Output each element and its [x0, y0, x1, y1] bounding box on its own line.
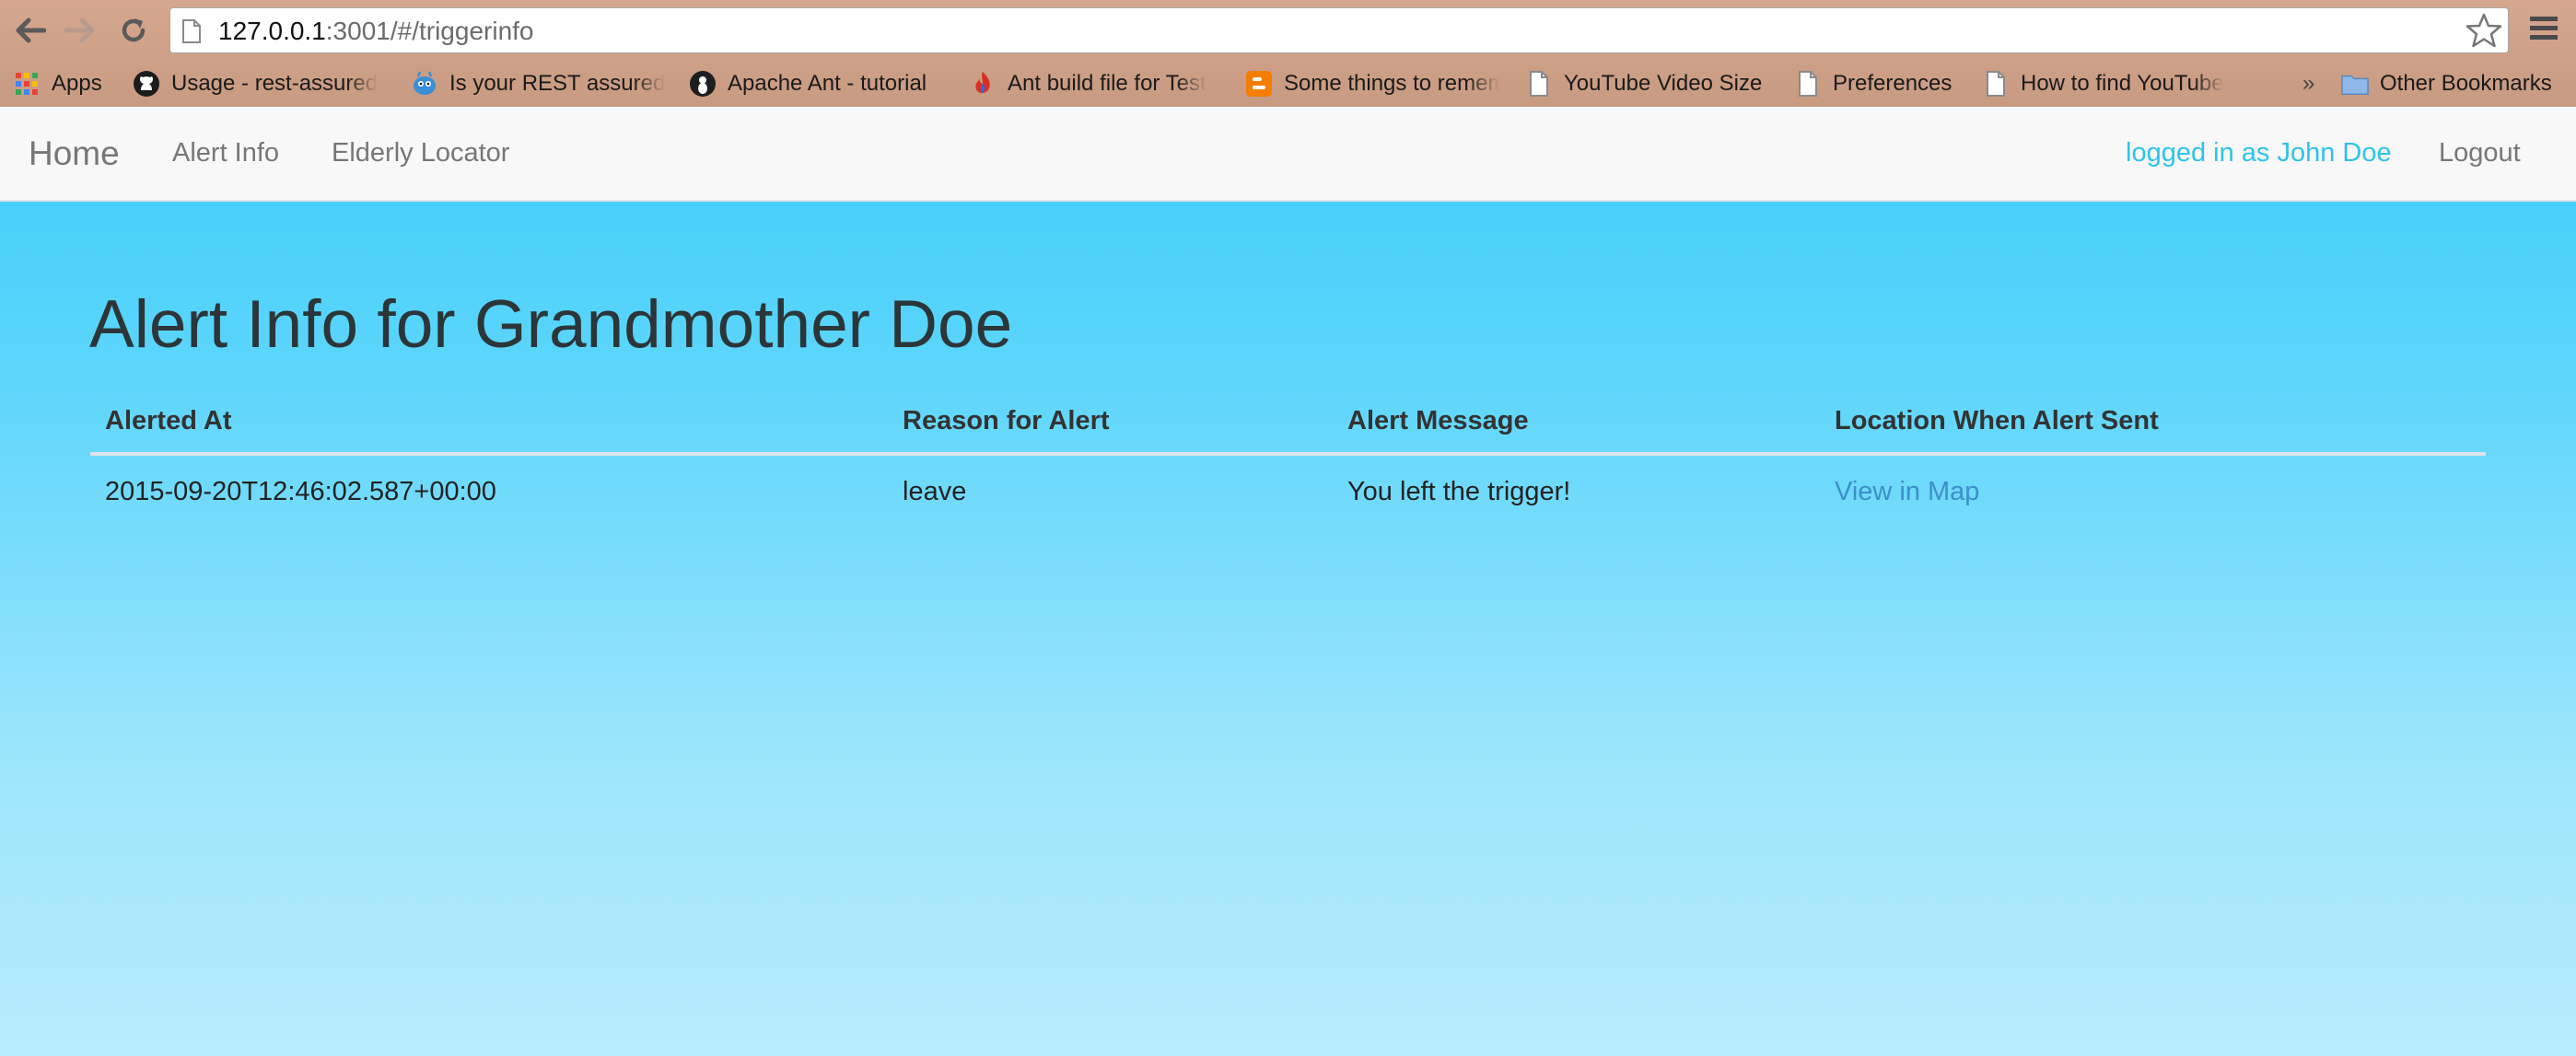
column-header-alerted-at: Alerted At — [90, 389, 888, 456]
bookmark-label: YouTube Video Size — [1564, 71, 1763, 96]
bookmark-label: How to find YouTube — [2021, 71, 2224, 96]
bookmark-apache-ant[interactable]: Apache Ant - tutorial — [689, 61, 943, 107]
blue-creature-icon — [411, 70, 438, 98]
bookmark-some-things[interactable]: Some things to remember — [1245, 61, 1499, 107]
bookmark-other-bookmarks[interactable]: Other Bookmarks — [2341, 61, 2571, 107]
bookmark-rest-assured[interactable]: Is your REST assured — [411, 61, 667, 107]
blogger-icon — [1245, 70, 1273, 98]
nav-home-link[interactable]: Home — [29, 134, 120, 173]
table-row: 2015-09-20T12:46:02.587+00:00 leave You … — [90, 454, 2486, 528]
ant-icon — [689, 70, 717, 98]
alerts-table: Alerted At Reason for Alert Alert Messag… — [90, 389, 2486, 528]
hamburger-menu-icon — [2530, 17, 2558, 40]
cell-location: View in Map — [1820, 454, 2486, 528]
bookmark-label: Some things to remember — [1284, 71, 1499, 96]
url-host: 127.0.0.1 — [218, 17, 326, 45]
forward-button[interactable] — [61, 11, 99, 50]
column-header-location: Location When Alert Sent — [1820, 389, 2486, 456]
folder-icon — [2341, 70, 2369, 98]
logged-in-user-link[interactable]: logged in as John Doe — [2126, 138, 2392, 168]
cell-message: You left the trigger! — [1347, 476, 1571, 506]
nav-alert-info-link[interactable]: Alert Info — [172, 138, 279, 168]
web-page: Home Alert Info Elderly Locator logged i… — [0, 107, 2576, 1056]
cell-reason: leave — [903, 476, 967, 506]
back-button[interactable] — [11, 11, 50, 50]
bookmark-label: Other Bookmarks — [2380, 71, 2552, 96]
browser-chrome: 127.0.0.1:3001/#/triggerinfo Apps Usage … — [0, 0, 2576, 107]
bookmark-ant-build-file[interactable]: Ant build file for Test — [969, 61, 1223, 107]
apps-grid-icon — [13, 70, 41, 98]
url-text: 127.0.0.1:3001/#/triggerinfo — [218, 17, 534, 45]
bookmarks-bar: Apps Usage - rest-assured Is your REST a… — [0, 61, 2576, 107]
back-arrow-icon — [16, 17, 46, 43]
bookmark-usage-rest-assured[interactable]: Usage - rest-assured — [133, 61, 387, 107]
address-bar[interactable]: 127.0.0.1:3001/#/triggerinfo — [169, 7, 2509, 53]
bookmark-star-icon[interactable] — [2465, 12, 2502, 53]
bookmarks-overflow-chevron[interactable]: » — [2302, 61, 2325, 107]
reload-button[interactable] — [114, 11, 153, 50]
reload-icon — [122, 18, 146, 42]
page-icon — [1794, 70, 1822, 98]
cell-alerted-at: 2015-09-20T12:46:02.587+00:00 — [105, 476, 496, 506]
bookmark-label: Apache Ant - tutorial — [728, 71, 927, 96]
page-icon — [1525, 70, 1553, 98]
column-header-reason: Reason for Alert — [888, 389, 1333, 456]
bookmark-label: Ant build file for Test — [1008, 71, 1206, 96]
nav-logout-link[interactable]: Logout — [2439, 138, 2521, 168]
bookmark-label: Is your REST assured — [449, 71, 666, 96]
flame-icon — [969, 70, 997, 98]
url-path: :3001/#/triggerinfo — [325, 17, 534, 45]
view-in-map-link[interactable]: View in Map — [1835, 477, 1979, 506]
bookmark-label: Usage - rest-assured — [171, 71, 379, 96]
app-navbar: Home Alert Info Elderly Locator logged i… — [0, 107, 2576, 202]
browser-toolbar: 127.0.0.1:3001/#/triggerinfo — [0, 0, 2576, 61]
bookmark-apps[interactable]: Apps — [13, 61, 114, 107]
forward-arrow-icon — [64, 17, 95, 43]
page-icon — [1982, 70, 2010, 98]
column-header-message: Alert Message — [1333, 389, 1820, 456]
page-title: Alert Info for Grandmother Doe — [89, 287, 1013, 362]
bookmark-label: Apps — [52, 71, 102, 96]
browser-menu-button[interactable] — [2527, 13, 2560, 49]
nav-elderly-locator-link[interactable]: Elderly Locator — [332, 138, 509, 168]
table-header-row: Alerted At Reason for Alert Alert Messag… — [90, 389, 2486, 456]
page-icon — [181, 19, 202, 48]
bookmark-label: Preferences — [1833, 71, 1952, 96]
bookmark-find-youtube[interactable]: How to find YouTube — [1982, 61, 2236, 107]
bookmark-preferences[interactable]: Preferences — [1794, 61, 1978, 107]
bookmark-youtube-video-size[interactable]: YouTube Video Size — [1525, 61, 1779, 107]
github-icon — [133, 70, 160, 98]
